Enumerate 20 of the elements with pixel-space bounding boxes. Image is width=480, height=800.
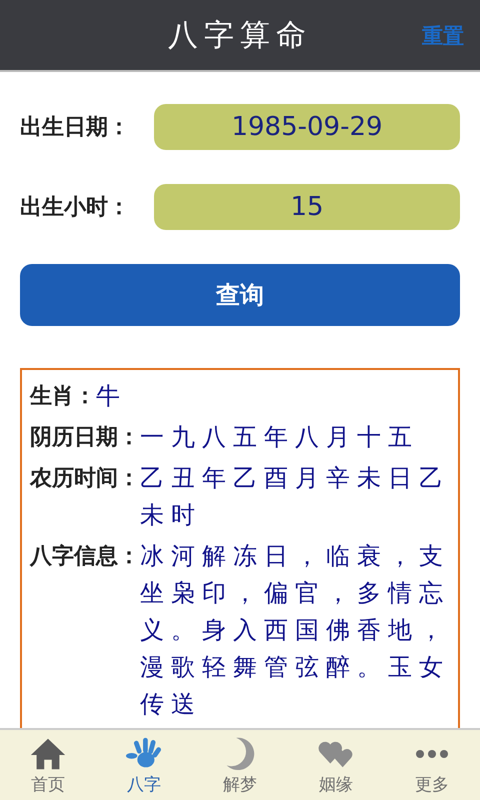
input-field[interactable]: 15 <box>154 184 460 230</box>
app-title: 八字算命 <box>168 16 312 54</box>
tab[interactable]: 八字 <box>96 730 192 800</box>
field-label: 出生小时： <box>20 194 131 222</box>
result-value: 冰河解冻日，临衰，支坐枭印，偏官，多情忘义。身入西国佛香地，漫歌轻舞管弦醉。玉女传送 <box>140 541 451 720</box>
more-icon <box>416 750 448 758</box>
field-label: 出生日期： <box>20 114 131 142</box>
tab[interactable]: 更多 <box>384 730 480 800</box>
result-value: 乙丑年乙酉月辛未日乙未时 <box>140 463 451 531</box>
result-label: 阴历日期： <box>30 424 140 452</box>
tab[interactable]: 首页 <box>0 730 96 800</box>
tab[interactable]: 姻缘 <box>288 730 384 800</box>
result-label: 八字信息： <box>30 542 140 571</box>
result-label: 农历时间： <box>30 465 140 493</box>
result-value: 一九八五年八月十五 <box>140 422 420 453</box>
tab[interactable]: 解梦 <box>192 730 288 800</box>
query-button[interactable]: 查询 <box>20 264 460 326</box>
input-field[interactable]: 1985-09-29 <box>154 104 460 150</box>
result-value: 牛 <box>96 381 128 412</box>
result-label: 生肖： <box>30 383 96 411</box>
